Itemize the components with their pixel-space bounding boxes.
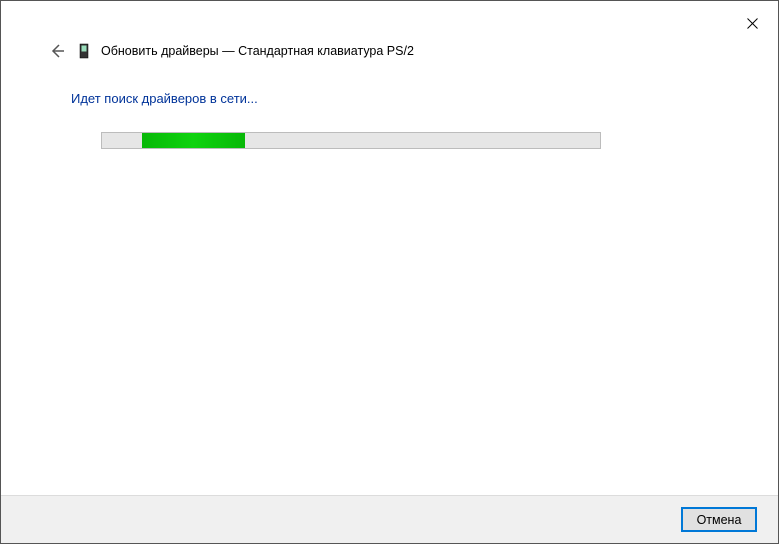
driver-update-dialog: Обновить драйверы — Стандартная клавиату…: [1, 1, 778, 543]
device-icon: [77, 42, 91, 60]
progress-bar-track: [101, 132, 601, 149]
status-text: Идет поиск драйверов в сети...: [71, 91, 708, 106]
close-icon: [747, 18, 758, 29]
footer: Отмена: [1, 495, 778, 543]
close-button[interactable]: [730, 9, 774, 37]
window-title: Обновить драйверы — Стандартная клавиату…: [101, 44, 414, 58]
content-area: Идет поиск драйверов в сети...: [1, 71, 778, 495]
cancel-button[interactable]: Отмена: [682, 508, 756, 531]
progress-bar-indicator: [142, 133, 245, 148]
back-arrow-icon: [49, 43, 65, 59]
titlebar: [1, 1, 778, 37]
back-button[interactable]: [47, 41, 67, 61]
header: Обновить драйверы — Стандартная клавиату…: [1, 37, 778, 71]
